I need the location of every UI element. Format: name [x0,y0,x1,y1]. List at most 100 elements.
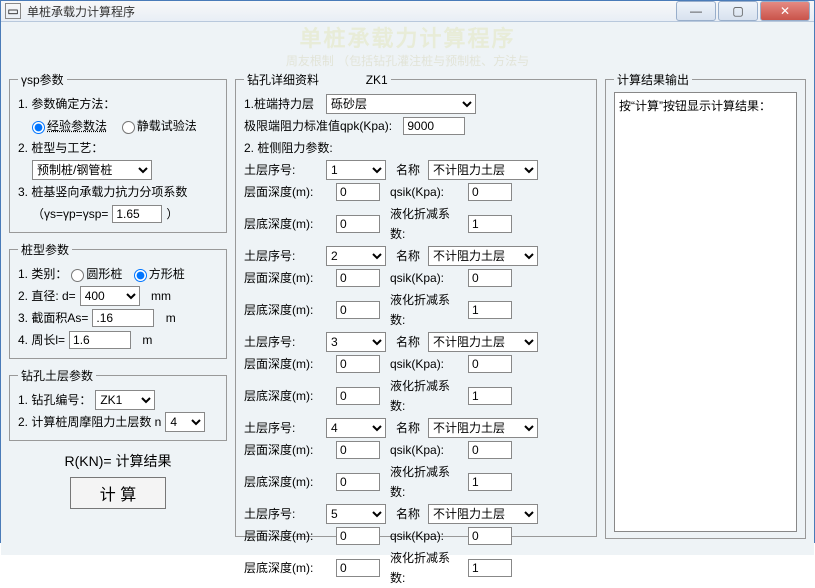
window-title: 单桩承载力计算程序 [27,3,674,20]
layer-name-label: 名称 [396,332,424,352]
ysp-gamma-label: 3. 桩基竖向承载力抗力分项系数 [18,182,218,202]
diameter-label: 2. 直径: d= [18,286,76,306]
ysp-piletype-label: 2. 桩型与工艺： [18,138,218,158]
layer-top-input[interactable] [336,183,380,201]
layer-bottom-input[interactable] [336,215,380,233]
close-button[interactable]: ✕ [760,1,810,21]
layer-liq-input[interactable] [468,473,512,491]
layer-top-label: 层面深度(m): [244,354,332,374]
layer-qsik-label: qsik(Kpa): [390,354,464,374]
layer-seq-select[interactable]: 2 [326,246,386,266]
layer-bottom-input[interactable] [336,559,380,577]
window-buttons: — ▢ ✕ [674,1,810,21]
layer-bottom-label: 层底深度(m): [244,214,332,234]
layer-top-label: 层面深度(m): [244,440,332,460]
layer-qsik-label: qsik(Kpa): [390,182,464,202]
calculate-button[interactable]: 计 算 [70,477,166,509]
page-subtitle: 周友根制 （包括钻孔灌注桩与预制桩、方法与 [9,52,806,69]
bore-no-label: 1. 钻孔编号： [18,390,91,410]
pile-type-select[interactable]: 预制桩/钢管桩 [32,160,152,180]
right-column: 计算结果输出 按“计算”按钮显示计算结果： [605,71,806,547]
ysp-group: γsp参数 1. 参数确定方法： 经验参数法 静载试验法 2. 桩型与工艺： 预… [9,71,227,233]
layer-bottom-input[interactable] [336,301,380,319]
layer-seq-label: 土层序号: [244,504,322,524]
minimize-button[interactable]: — [676,1,716,21]
layer-liq-label: 液化折减系数: [390,462,464,502]
left-column: γsp参数 1. 参数确定方法： 经验参数法 静载试验法 2. 桩型与工艺： 预… [9,71,227,509]
bearing-select[interactable]: 砾砂层 [326,94,476,114]
perimeter-unit: m [142,330,152,350]
layer-name-select[interactable]: 不计阻力土层 [428,246,538,266]
layer-bottom-input[interactable] [336,387,380,405]
layer-top-input[interactable] [336,269,380,287]
detail-group: 钻孔详细资料 ZK1 1.桩端持力层 砾砂层 极限端阻力标准值qpk(Kpa):… [235,71,597,537]
layer-bottom-input[interactable] [336,473,380,491]
layer-top-input[interactable] [336,441,380,459]
result-label: R(KN)= 计算结果 [9,451,227,471]
layer-liq-label: 液化折减系数: [390,290,464,330]
layer-name-label: 名称 [396,160,424,180]
layer-liq-input[interactable] [468,559,512,577]
side-label: 2. 桩侧阻力参数: [244,138,588,158]
shape-group: 桩型参数 1. 类别： 圆形桩 方形桩 2. 直径: d= 400 mm 3. … [9,241,227,359]
layer-name-select[interactable]: 不计阻力土层 [428,160,538,180]
layer-qsik-input[interactable] [468,355,512,373]
radio-round[interactable]: 圆形桩 [71,264,122,284]
layer-qsik-label: qsik(Kpa): [390,526,464,546]
layer-top-input[interactable] [336,355,380,373]
radio-experience[interactable]: 经验参数法 [32,116,107,136]
output-group: 计算结果输出 按“计算”按钮显示计算结果： [605,71,806,539]
layer-seq-select[interactable]: 4 [326,418,386,438]
layer-count-select[interactable]: 4 [165,412,205,432]
layer-name-label: 名称 [396,504,424,524]
perimeter-label: 4. 周长l= [18,330,65,350]
layer-qsik-label: qsik(Kpa): [390,268,464,288]
layer-liq-label: 液化折减系数: [390,204,464,244]
layer-top-label: 层面深度(m): [244,268,332,288]
layer-top-label: 层面深度(m): [244,182,332,202]
layer-seq-select[interactable]: 1 [326,160,386,180]
output-text: 按“计算”按钮显示计算结果： [614,92,797,532]
shape-legend: 桩型参数 [18,241,72,258]
detail-legend: 钻孔详细资料 ZK1 [244,71,391,88]
qpk-input[interactable] [403,117,465,135]
ysp-legend: γsp参数 [18,71,67,88]
layer-seq-select[interactable]: 3 [326,332,386,352]
layer-seq-label: 土层序号: [244,160,322,180]
bore-no-select[interactable]: ZK1 [95,390,155,410]
gamma-input[interactable] [112,205,162,223]
perimeter-input[interactable] [69,331,131,349]
bearing-label: 1.桩端持力层 [244,94,322,114]
layer-liq-input[interactable] [468,387,512,405]
area-label: 3. 截面积As= [18,308,88,328]
ysp-gamma-row: （γs=γp=γsp= ） [18,204,218,224]
app-window: ▭ 单桩承载力计算程序 — ▢ ✕ 单桩承载力计算程序 周友根制 （包括钻孔灌注… [0,0,815,543]
diameter-select[interactable]: 400 [80,286,140,306]
layer-bottom-label: 层底深度(m): [244,300,332,320]
layer-seq-label: 土层序号: [244,418,322,438]
layer-name-select[interactable]: 不计阻力土层 [428,504,538,524]
layer-bottom-label: 层底深度(m): [244,386,332,406]
layer-liq-input[interactable] [468,215,512,233]
radio-static[interactable]: 静载试验法 [122,116,197,136]
output-legend: 计算结果输出 [614,71,692,88]
maximize-button[interactable]: ▢ [718,1,758,21]
layer-top-label: 层面深度(m): [244,526,332,546]
qpk-label: 极限端阻力标准值qpk(Kpa): [244,116,392,136]
layer-name-label: 名称 [396,418,424,438]
layer-count-label: 2. 计算桩周摩阻力土层数 n [18,412,161,432]
radio-square[interactable]: 方形桩 [134,264,185,284]
layer-liq-input[interactable] [468,301,512,319]
titlebar: ▭ 单桩承载力计算程序 — ▢ ✕ [1,1,814,22]
layer-seq-label: 土层序号: [244,246,322,266]
layer-name-select[interactable]: 不计阻力土层 [428,418,538,438]
layer-qsik-input[interactable] [468,441,512,459]
layer-qsik-label: qsik(Kpa): [390,440,464,460]
area-input[interactable] [92,309,154,327]
layer-qsik-input[interactable] [468,183,512,201]
layer-seq-select[interactable]: 5 [326,504,386,524]
bore-group: 钻孔土层参数 1. 钻孔编号： ZK1 2. 计算桩周摩阻力土层数 n 4 [9,367,227,441]
layer-name-select[interactable]: 不计阻力土层 [428,332,538,352]
layer-qsik-input[interactable] [468,269,512,287]
diameter-unit: mm [151,286,171,306]
